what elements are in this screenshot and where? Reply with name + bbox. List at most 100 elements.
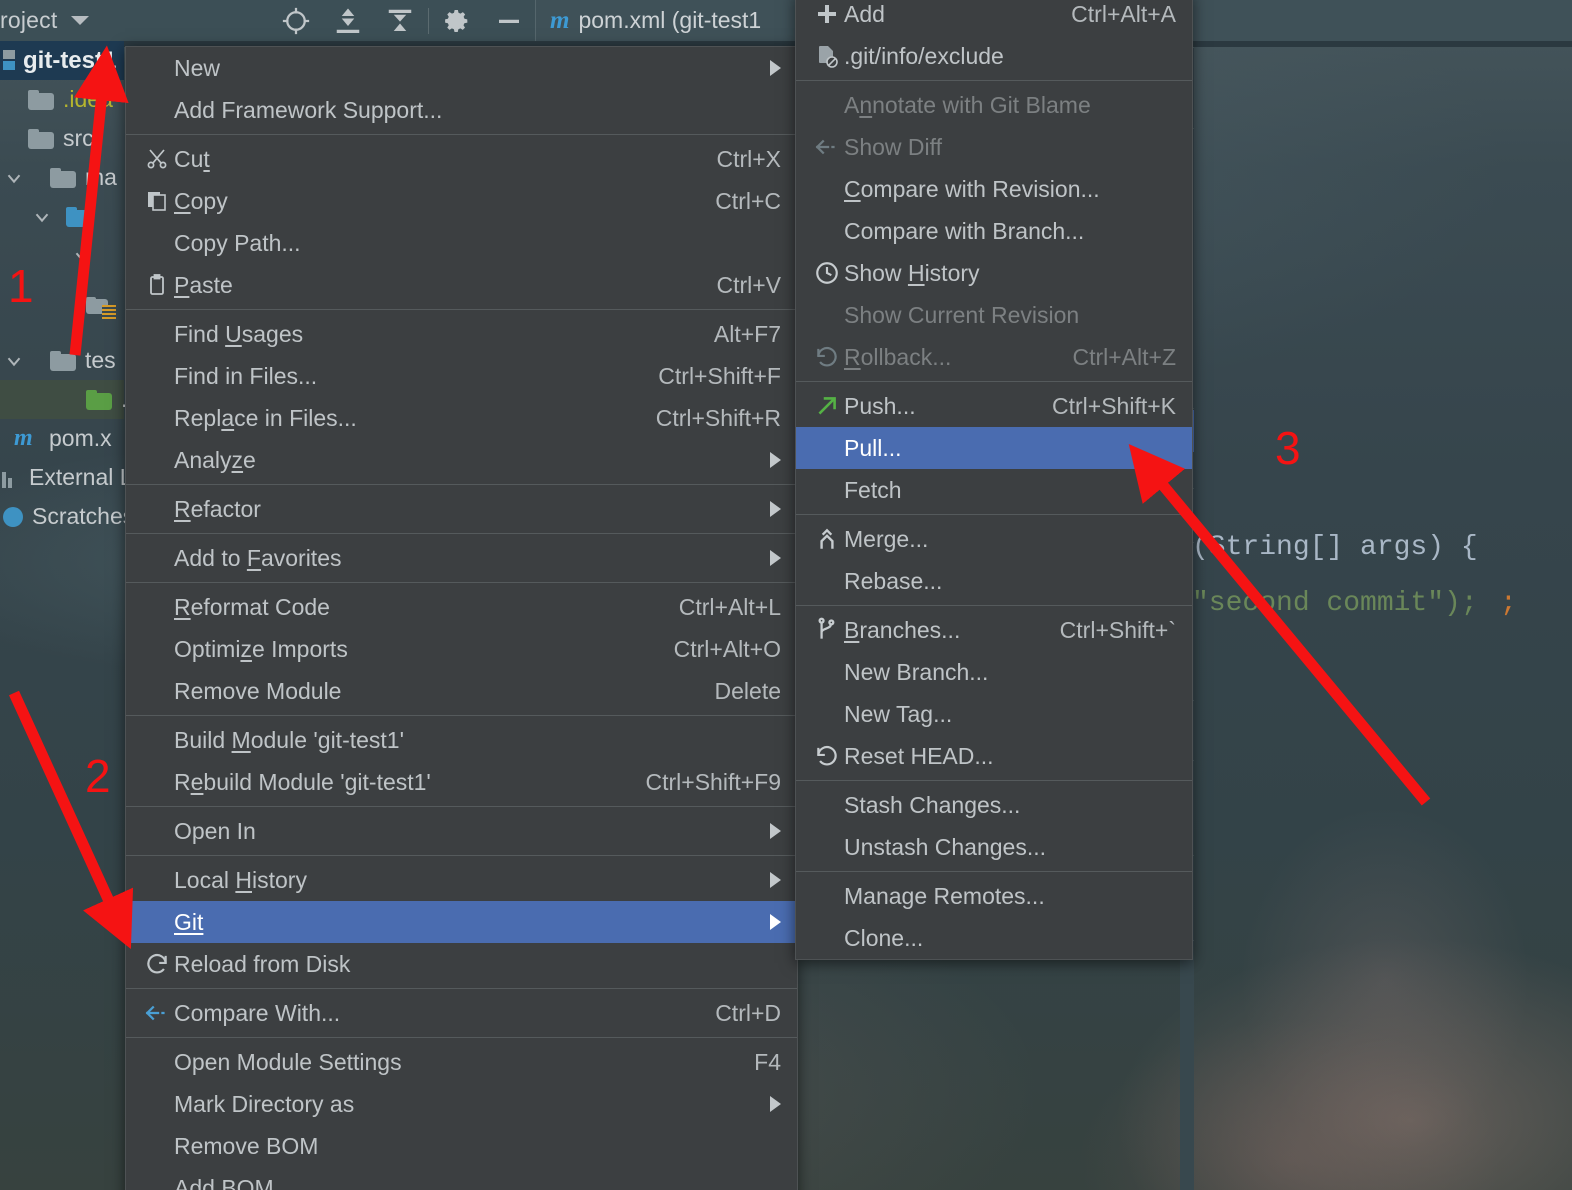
menu-item-build-module[interactable]: Build Module 'git-test1' xyxy=(126,719,797,761)
chevron-down-icon[interactable] xyxy=(28,206,56,228)
maven-m-icon: m xyxy=(550,6,570,34)
menu-item-label: Branches... xyxy=(844,616,961,643)
menu-item-copy-path[interactable]: Copy Path... xyxy=(126,222,797,264)
locate-icon[interactable] xyxy=(270,0,322,41)
menu-item-compare-with-branch[interactable]: Compare with Branch... xyxy=(796,210,1192,252)
menu-item-new[interactable]: New xyxy=(126,47,797,89)
tree-item-label: External L xyxy=(29,464,133,490)
rollback-icon xyxy=(810,344,844,370)
menu-separator xyxy=(126,582,797,583)
menu-item-add-to-favorites[interactable]: Add to Favorites xyxy=(126,537,797,579)
menu-item-reload-from-disk[interactable]: Reload from Disk xyxy=(126,943,797,985)
tree-item-scratches[interactable]: Scratches xyxy=(0,497,134,536)
menu-item-find-usages[interactable]: Find Usages Alt+F7 xyxy=(126,313,797,355)
menu-item-mark-directory-as[interactable]: Mark Directory as xyxy=(126,1083,797,1125)
menu-item-git[interactable]: Git xyxy=(126,901,797,943)
rollback-icon xyxy=(810,743,844,769)
menu-item-label: New Tag... xyxy=(844,700,953,727)
menu-item-rollback: Rollback... Ctrl+Alt+Z xyxy=(796,336,1192,378)
menu-item-label: Optimize Imports xyxy=(174,635,348,662)
menu-item-optimize-imports[interactable]: Optimize Imports Ctrl+Alt+O xyxy=(126,628,797,670)
menu-item-unstash-changes[interactable]: Unstash Changes... xyxy=(796,826,1192,868)
minimize-icon[interactable] xyxy=(483,0,535,41)
tree-item-main[interactable]: ma xyxy=(0,158,124,197)
menu-item-label: Compare with Branch... xyxy=(844,217,1085,244)
toolbar-divider xyxy=(428,7,429,34)
chevron-down-icon[interactable] xyxy=(0,167,28,189)
menu-item-git-exclude[interactable]: .git/info/exclude xyxy=(796,35,1192,77)
menu-item-new-tag[interactable]: New Tag... xyxy=(796,693,1192,735)
menu-item-label: Clone... xyxy=(844,924,924,951)
menu-item-copy[interactable]: Copy Ctrl+C xyxy=(126,180,797,222)
collapse-all-icon[interactable] xyxy=(374,0,426,41)
menu-item-remove-module[interactable]: Remove Module Delete xyxy=(126,670,797,712)
tree-item-label: git-test1 xyxy=(23,46,117,74)
tree-item-label: tes xyxy=(85,347,116,373)
menu-item-compare-with-revision[interactable]: Compare with Revision... xyxy=(796,168,1192,210)
menu-item-label: Remove Module xyxy=(174,677,342,704)
menu-item-add-bom[interactable]: Add BOM xyxy=(126,1167,797,1190)
tree-item-idea[interactable]: .idea xyxy=(0,80,124,119)
menu-item-label: .git/info/exclude xyxy=(844,42,1004,69)
chevron-down-icon[interactable] xyxy=(68,245,96,267)
menu-item-label: Add to Favorites xyxy=(174,544,342,571)
menu-item-reformat-code[interactable]: Reformat Code Ctrl+Alt+L xyxy=(126,586,797,628)
folder-icon xyxy=(50,350,76,371)
chevron-right-icon xyxy=(770,914,781,930)
tree-item-src[interactable]: src xyxy=(0,119,124,158)
menu-item-clone[interactable]: Clone... xyxy=(796,917,1192,959)
chevron-down-icon[interactable] xyxy=(0,350,28,372)
menu-item-pull[interactable]: Pull... xyxy=(796,427,1192,469)
menu-item-analyze[interactable]: Analyze xyxy=(126,439,797,481)
menu-item-label: Rebase... xyxy=(844,567,943,594)
expand-all-icon[interactable] xyxy=(322,0,374,41)
editor-tab-pom-xml[interactable]: m pom.xml (git-test1 xyxy=(535,0,797,41)
menu-item-git-add[interactable]: Add Ctrl+Alt+A xyxy=(796,0,1192,35)
menu-item-rebuild-module[interactable]: Rebuild Module 'git-test1' Ctrl+Shift+F9 xyxy=(126,761,797,803)
tree-item-label: ma xyxy=(85,164,117,190)
menu-item-replace-in-files[interactable]: Replace in Files... Ctrl+Shift+R xyxy=(126,397,797,439)
menu-item-compare-with[interactable]: Compare With... Ctrl+D xyxy=(126,992,797,1034)
menu-item-show-history[interactable]: Show History xyxy=(796,252,1192,294)
menu-item-merge[interactable]: Merge... xyxy=(796,518,1192,560)
tree-item-pom-xml[interactable]: m pom.x xyxy=(0,419,124,458)
tree-item-java[interactable] xyxy=(0,197,124,236)
menu-item-find-in-files[interactable]: Find in Files... Ctrl+Shift+F xyxy=(126,355,797,397)
menu-item-open-in[interactable]: Open In xyxy=(126,810,797,852)
menu-item-label: Push... xyxy=(844,392,916,419)
tree-item-external-libraries[interactable]: External L xyxy=(0,458,133,497)
menu-item-paste[interactable]: Paste Ctrl+V xyxy=(126,264,797,306)
tree-item-test-sources[interactable]: . xyxy=(0,380,127,419)
menu-item-branches[interactable]: Branches... Ctrl+Shift+` xyxy=(796,609,1192,651)
menu-item-label: Merge... xyxy=(844,525,929,552)
menu-item-refactor[interactable]: Refactor xyxy=(126,488,797,530)
chevron-down-icon[interactable] xyxy=(71,16,90,25)
menu-item-local-history[interactable]: Local History xyxy=(126,859,797,901)
menu-item-label: New Branch... xyxy=(844,658,989,685)
menu-item-add-framework-support[interactable]: Add Framework Support... xyxy=(126,89,797,131)
menu-item-rebase[interactable]: Rebase... xyxy=(796,560,1192,602)
menu-item-fetch[interactable]: Fetch xyxy=(796,469,1192,511)
resources-stripes-icon xyxy=(102,305,116,319)
menu-item-stash-changes[interactable]: Stash Changes... xyxy=(796,784,1192,826)
menu-item-label: Reformat Code xyxy=(174,593,330,620)
menu-item-push[interactable]: Push... Ctrl+Shift+K xyxy=(796,385,1192,427)
chevron-right-icon xyxy=(770,1096,781,1112)
menu-item-label: Compare With... xyxy=(174,999,341,1026)
menu-item-shortcut: Ctrl+Shift+` xyxy=(1059,616,1176,643)
code-fragment-semicolon: ; xyxy=(1500,588,1517,619)
tree-item-project[interactable]: git-test1 xyxy=(0,41,124,80)
menu-item-new-branch[interactable]: New Branch... xyxy=(796,651,1192,693)
code-fragment-signature: (String[] args) { xyxy=(1192,532,1478,563)
chevron-right-icon xyxy=(770,60,781,76)
menu-item-annotate-with-git-blame: Annotate with Git Blame xyxy=(796,84,1192,126)
tree-item-test[interactable]: tes xyxy=(0,341,124,380)
menu-item-manage-remotes[interactable]: Manage Remotes... xyxy=(796,875,1192,917)
chevron-right-icon xyxy=(770,823,781,839)
menu-item-cut[interactable]: Cut Ctrl+X xyxy=(126,138,797,180)
menu-item-reset-head[interactable]: Reset HEAD... xyxy=(796,735,1192,777)
menu-item-label: Manage Remotes... xyxy=(844,882,1045,909)
menu-item-remove-bom[interactable]: Remove BOM xyxy=(126,1125,797,1167)
gear-icon[interactable] xyxy=(431,0,483,41)
menu-item-open-module-settings[interactable]: Open Module Settings F4 xyxy=(126,1041,797,1083)
